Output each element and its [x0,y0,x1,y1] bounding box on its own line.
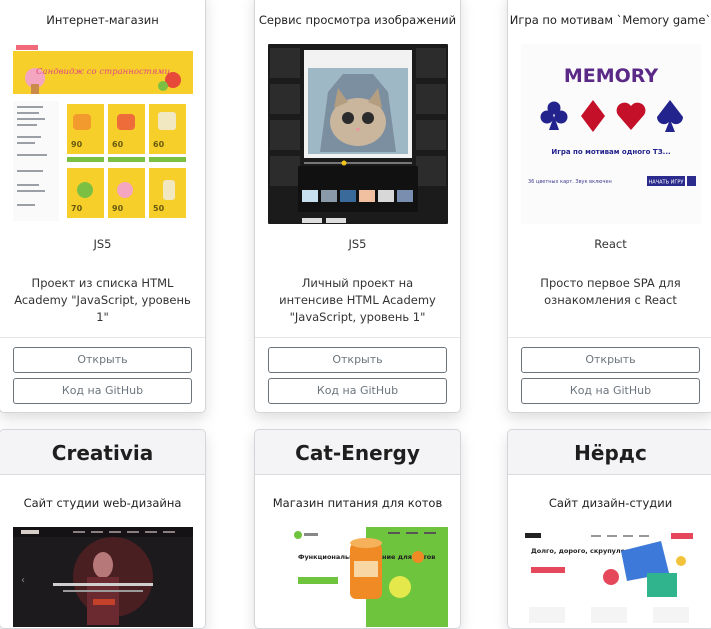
project-preview-gallery [268,44,448,224]
project-description: Просто первое SPA для ознакомления с Rea… [540,276,681,307]
card-header: Creativia [0,430,205,475]
project-subtitle: Сайт студии web-дизайна [23,496,182,510]
tech-label: JS5 [93,237,112,251]
price: 50 [153,204,165,213]
project-description: Проект из списка HTML Academy "JavaScrip… [14,276,191,324]
open-button[interactable]: Открыть [521,347,700,373]
shop-banner-text: Сандвидж со странностями [36,67,170,77]
project-preview-memory: MEMORY Игра по мотивам одного ТЗ... 36 ц… [521,44,701,224]
project-preview-creativia: ‹ [13,527,193,627]
card-header: Нёрдс [508,430,711,475]
memory-footer-text: 36 цветных карт. Звук включен [528,179,612,185]
price: 90 [112,204,124,213]
open-button[interactable]: Открыть [13,347,192,373]
project-card-nerds: Нёрдс Сайт дизайн-студии Долго, дорого, … [507,429,711,629]
memory-subtitle: Игра по мотивам одного ТЗ... [551,148,670,156]
open-button[interactable]: Открыть [268,347,447,373]
card-title: Интернет-магазин [46,13,159,27]
card-title: Игра по мотивам `Memory game` [509,13,711,27]
project-card-shop: Интернет-магазин Сандвидж со странностям… [0,0,206,413]
price: 60 [153,140,165,149]
price: 90 [71,140,83,149]
project-card-gallery: Сервис просмотра изображений JS5 Личный … [254,0,461,413]
svg-text:‹: ‹ [21,575,25,586]
project-subtitle: Магазин питания для котов [272,496,443,510]
project-description: Личный проект на интенсиве HTML Academy … [279,276,436,324]
card-title: Сервис просмотра изображений [258,13,457,27]
price: 60 [112,140,124,149]
card-divider [255,337,460,338]
card-divider [0,337,205,338]
price: 70 [71,204,83,213]
github-button[interactable]: Код на GitHub [521,378,700,404]
card-header: Cat-Energy [255,430,460,475]
card-divider [508,337,711,338]
project-preview-catenergy: Функциональное питание для котов [268,527,448,627]
memory-start-button: НАЧАТЬ ИГРУ [649,180,684,186]
github-button[interactable]: Код на GitHub [13,378,192,404]
project-subtitle: Сайт дизайн-студии [548,496,673,510]
project-card-memory: Игра по мотивам `Memory game` MEMORY Игр… [507,0,711,413]
project-card-catenergy: Cat-Energy Магазин питания для котов Фун… [254,429,461,629]
memory-heading: MEMORY [564,65,659,87]
tech-label: React [594,237,627,251]
project-preview-nerds: Долго, дорого, скрупулезно. [521,527,701,627]
project-preview-shop: Сандвидж со странностями 90 60 60 70 90 … [13,44,193,224]
github-button[interactable]: Код на GitHub [268,378,447,404]
project-card-creativia: Creativia Сайт студии web-дизайна ‹ [0,429,206,629]
tech-label: JS5 [348,237,367,251]
